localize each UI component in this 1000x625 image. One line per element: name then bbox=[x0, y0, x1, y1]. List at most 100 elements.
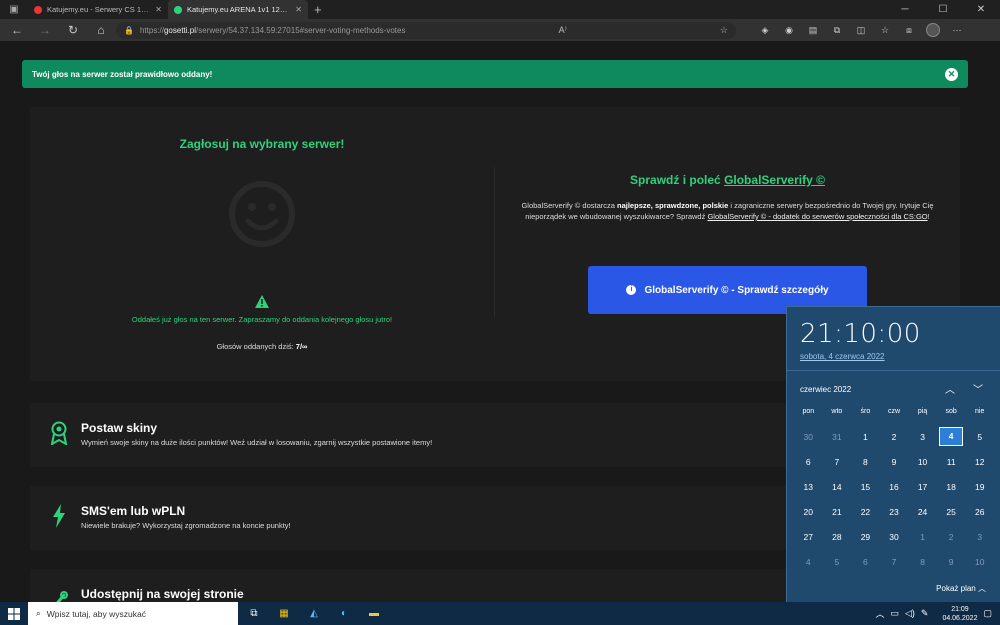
calendar-day[interactable]: 5 bbox=[823, 549, 852, 574]
calendar-day[interactable]: 18 bbox=[937, 474, 966, 499]
extension-icon[interactable]: ◈ bbox=[758, 23, 772, 37]
collections-icon[interactable]: ⧈ bbox=[902, 23, 916, 37]
calendar-day[interactable]: 31 bbox=[823, 424, 852, 449]
task-view-icon[interactable]: ⧉ bbox=[244, 604, 264, 624]
calendar-day[interactable]: 20 bbox=[794, 499, 823, 524]
home-icon[interactable]: ⌂ bbox=[88, 23, 114, 37]
calendar-day[interactable]: 5 bbox=[965, 424, 994, 449]
flyout-time: 21:10:00 bbox=[800, 319, 921, 349]
calendar-day[interactable]: 6 bbox=[851, 549, 880, 574]
minimize-icon[interactable]: ─ bbox=[886, 4, 924, 15]
calendar-day[interactable]: 2 bbox=[937, 524, 966, 549]
calendar-day[interactable]: 1 bbox=[851, 424, 880, 449]
calendar-day[interactable]: 30 bbox=[880, 524, 909, 549]
calendar-day[interactable]: 17 bbox=[908, 474, 937, 499]
more-menu-icon[interactable]: ⋯ bbox=[950, 23, 964, 37]
calendar-day[interactable]: 8 bbox=[908, 549, 937, 574]
browser-tab-bar: ▣ Katujemy.eu - Serwery CS 1.6, CS: ✕ Ka… bbox=[0, 0, 1000, 19]
favorites-icon[interactable]: ☆ bbox=[878, 23, 892, 37]
calendar-day[interactable]: 21 bbox=[823, 499, 852, 524]
calendar-day[interactable]: 2 bbox=[880, 424, 909, 449]
calendar-day[interactable]: 6 bbox=[794, 449, 823, 474]
window-controls: ─ ☐ ✕ bbox=[886, 4, 1000, 15]
calendar-day[interactable]: 15 bbox=[851, 474, 880, 499]
network-icon[interactable]: ▭ bbox=[890, 608, 899, 619]
votes-today-value: 7/∞ bbox=[295, 342, 308, 351]
store-icon[interactable]: ▦ bbox=[274, 604, 294, 624]
tab-katujemy-servers[interactable]: Katujemy.eu - Serwery CS 1.6, CS: ✕ bbox=[28, 0, 168, 19]
back-icon[interactable]: ← bbox=[4, 23, 30, 37]
gs-desc-link[interactable]: GlobalServerify © - dodatek do serwerów … bbox=[707, 212, 927, 221]
maximize-icon[interactable]: ☐ bbox=[924, 4, 962, 15]
calendar-day-number: 2 bbox=[891, 431, 897, 442]
file-explorer-icon[interactable]: ▬ bbox=[364, 604, 384, 624]
tab-actions-icon[interactable]: ▣ bbox=[0, 0, 28, 19]
taskbar-search[interactable]: ⌕ Wpisz tutaj, aby wyszukać bbox=[28, 602, 238, 625]
tab-katujemy-arena[interactable]: Katujemy.eu ARENA 1v1 128TR - ✕ bbox=[168, 0, 308, 19]
calendar-day[interactable]: 12 bbox=[965, 449, 994, 474]
calendar-day[interactable]: 23 bbox=[880, 499, 909, 524]
tab-close-icon[interactable]: ✕ bbox=[155, 5, 162, 14]
read-aloud-icon[interactable]: A⁾ bbox=[559, 25, 567, 36]
calendar-day[interactable]: 30 bbox=[794, 424, 823, 449]
volume-icon[interactable]: ◁) bbox=[905, 608, 915, 619]
calendar-day[interactable]: 8 bbox=[851, 449, 880, 474]
calendar-day-today[interactable]: 4 bbox=[937, 424, 966, 449]
calendar-day[interactable]: 22 bbox=[851, 499, 880, 524]
calendar-day[interactable]: 9 bbox=[880, 449, 909, 474]
url-scheme: https:// bbox=[139, 25, 164, 35]
refresh-icon[interactable]: ↻ bbox=[60, 23, 86, 37]
calendar-day[interactable]: 7 bbox=[823, 449, 852, 474]
calendar-day[interactable]: 7 bbox=[880, 549, 909, 574]
start-button[interactable] bbox=[0, 602, 28, 625]
alert-close-icon[interactable]: ✕ bbox=[945, 67, 958, 81]
calendar-prev-month-icon[interactable]: ︿ bbox=[945, 381, 955, 396]
taskbar-clock[interactable]: 21:09 04.06.2022 bbox=[942, 605, 977, 623]
calendar-day[interactable]: 19 bbox=[965, 474, 994, 499]
tray-overflow-icon[interactable]: ︿ bbox=[875, 607, 884, 620]
gs-desc-part: GlobalServerify © dostarcza bbox=[521, 201, 615, 210]
calendar-day-number: 29 bbox=[860, 531, 871, 542]
calendar-next-month-icon[interactable]: ﹀ bbox=[973, 381, 983, 396]
app-icon[interactable]: ◭ bbox=[304, 604, 324, 624]
tab-close-icon[interactable]: ✕ bbox=[295, 5, 302, 14]
calendar-day[interactable]: 1 bbox=[908, 524, 937, 549]
extensions-puzzle-icon[interactable]: ⧉ bbox=[830, 23, 844, 37]
split-screen-icon[interactable]: ◫ bbox=[854, 23, 868, 37]
notifications-icon[interactable]: ▢ bbox=[983, 608, 992, 619]
calendar-day-number: 6 bbox=[863, 556, 868, 567]
taskbar-time: 21:09 bbox=[951, 605, 969, 613]
calendar-day[interactable]: 10 bbox=[908, 449, 937, 474]
extension-icon[interactable]: ▤ bbox=[806, 23, 820, 37]
calendar-day[interactable]: 11 bbox=[937, 449, 966, 474]
feature-title: SMS'em lub wPLN bbox=[81, 504, 186, 518]
show-agenda-button[interactable]: Pokaż plan ︿ bbox=[936, 583, 986, 594]
address-bar[interactable]: 🔒 https://gosetti.pl/serwery/54.37.134.5… bbox=[116, 21, 736, 39]
edge-icon[interactable]: ◐ bbox=[334, 604, 354, 624]
calendar-day[interactable]: 29 bbox=[851, 524, 880, 549]
calendar-day[interactable]: 24 bbox=[908, 499, 937, 524]
weekday-label: wto bbox=[831, 408, 843, 415]
flyout-date-link[interactable]: sobota, 4 czerwca 2022 bbox=[800, 352, 885, 361]
forward-icon[interactable]: → bbox=[32, 23, 58, 37]
gs-title-link[interactable]: GlobalServerify © bbox=[724, 173, 825, 187]
calendar-day[interactable]: 13 bbox=[794, 474, 823, 499]
extension-icon[interactable]: ◉ bbox=[782, 23, 796, 37]
calendar-day[interactable]: 10 bbox=[965, 549, 994, 574]
calendar-day[interactable]: 27 bbox=[794, 524, 823, 549]
profile-avatar[interactable] bbox=[926, 23, 940, 37]
close-window-icon[interactable]: ✕ bbox=[962, 4, 1000, 15]
calendar-day[interactable]: 3 bbox=[965, 524, 994, 549]
favorite-add-icon[interactable]: ☆ bbox=[720, 25, 728, 36]
calendar-day[interactable]: 16 bbox=[880, 474, 909, 499]
calendar-month-label[interactable]: czerwiec 2022 bbox=[800, 385, 851, 394]
calendar-day[interactable]: 28 bbox=[823, 524, 852, 549]
calendar-day[interactable]: 3 bbox=[908, 424, 937, 449]
calendar-day[interactable]: 25 bbox=[937, 499, 966, 524]
calendar-day[interactable]: 14 bbox=[823, 474, 852, 499]
calendar-day[interactable]: 9 bbox=[937, 549, 966, 574]
calendar-day[interactable]: 4 bbox=[794, 549, 823, 574]
pen-icon[interactable]: ✎ bbox=[921, 608, 929, 619]
calendar-day[interactable]: 26 bbox=[965, 499, 994, 524]
new-tab-button[interactable]: + bbox=[308, 2, 328, 17]
